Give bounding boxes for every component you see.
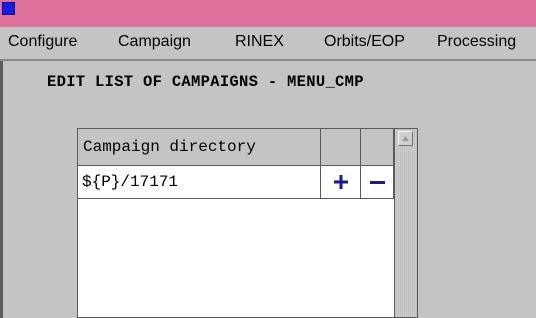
- add-row-button[interactable]: [321, 166, 361, 199]
- scrollbar-thumb[interactable]: [398, 131, 413, 146]
- plus-icon: [334, 175, 348, 189]
- menu-rinex[interactable]: RINEX: [235, 33, 284, 51]
- title-bar: [0, 0, 536, 27]
- remove-row-button[interactable]: [361, 166, 394, 199]
- column-header-label: Campaign directory: [83, 138, 256, 156]
- app-icon[interactable]: [2, 2, 15, 15]
- campaign-directory-value: ${P}/17171: [82, 173, 179, 191]
- vertical-scrollbar[interactable]: [394, 129, 417, 317]
- campaign-directory-cell[interactable]: ${P}/17171: [78, 166, 321, 199]
- minus-icon: [370, 181, 385, 184]
- scroll-up-arrow-icon: [402, 136, 409, 141]
- menu-configure[interactable]: Configure: [8, 33, 77, 51]
- column-header-campaign-directory: Campaign directory: [78, 129, 321, 166]
- column-header-add: [321, 129, 361, 166]
- column-header-remove: [361, 129, 394, 166]
- menu-orbits-eop[interactable]: Orbits/EOP: [324, 33, 405, 51]
- menu-campaign[interactable]: Campaign: [118, 33, 191, 51]
- menu-bar: Configure Campaign RINEX Orbits/EOP Proc…: [0, 27, 536, 61]
- menu-processing[interactable]: Processing: [437, 33, 516, 51]
- page-title: EDIT LIST OF CAMPAIGNS - MENU_CMP: [47, 73, 364, 91]
- campaign-table: Campaign directory ${P}/17171: [77, 128, 418, 318]
